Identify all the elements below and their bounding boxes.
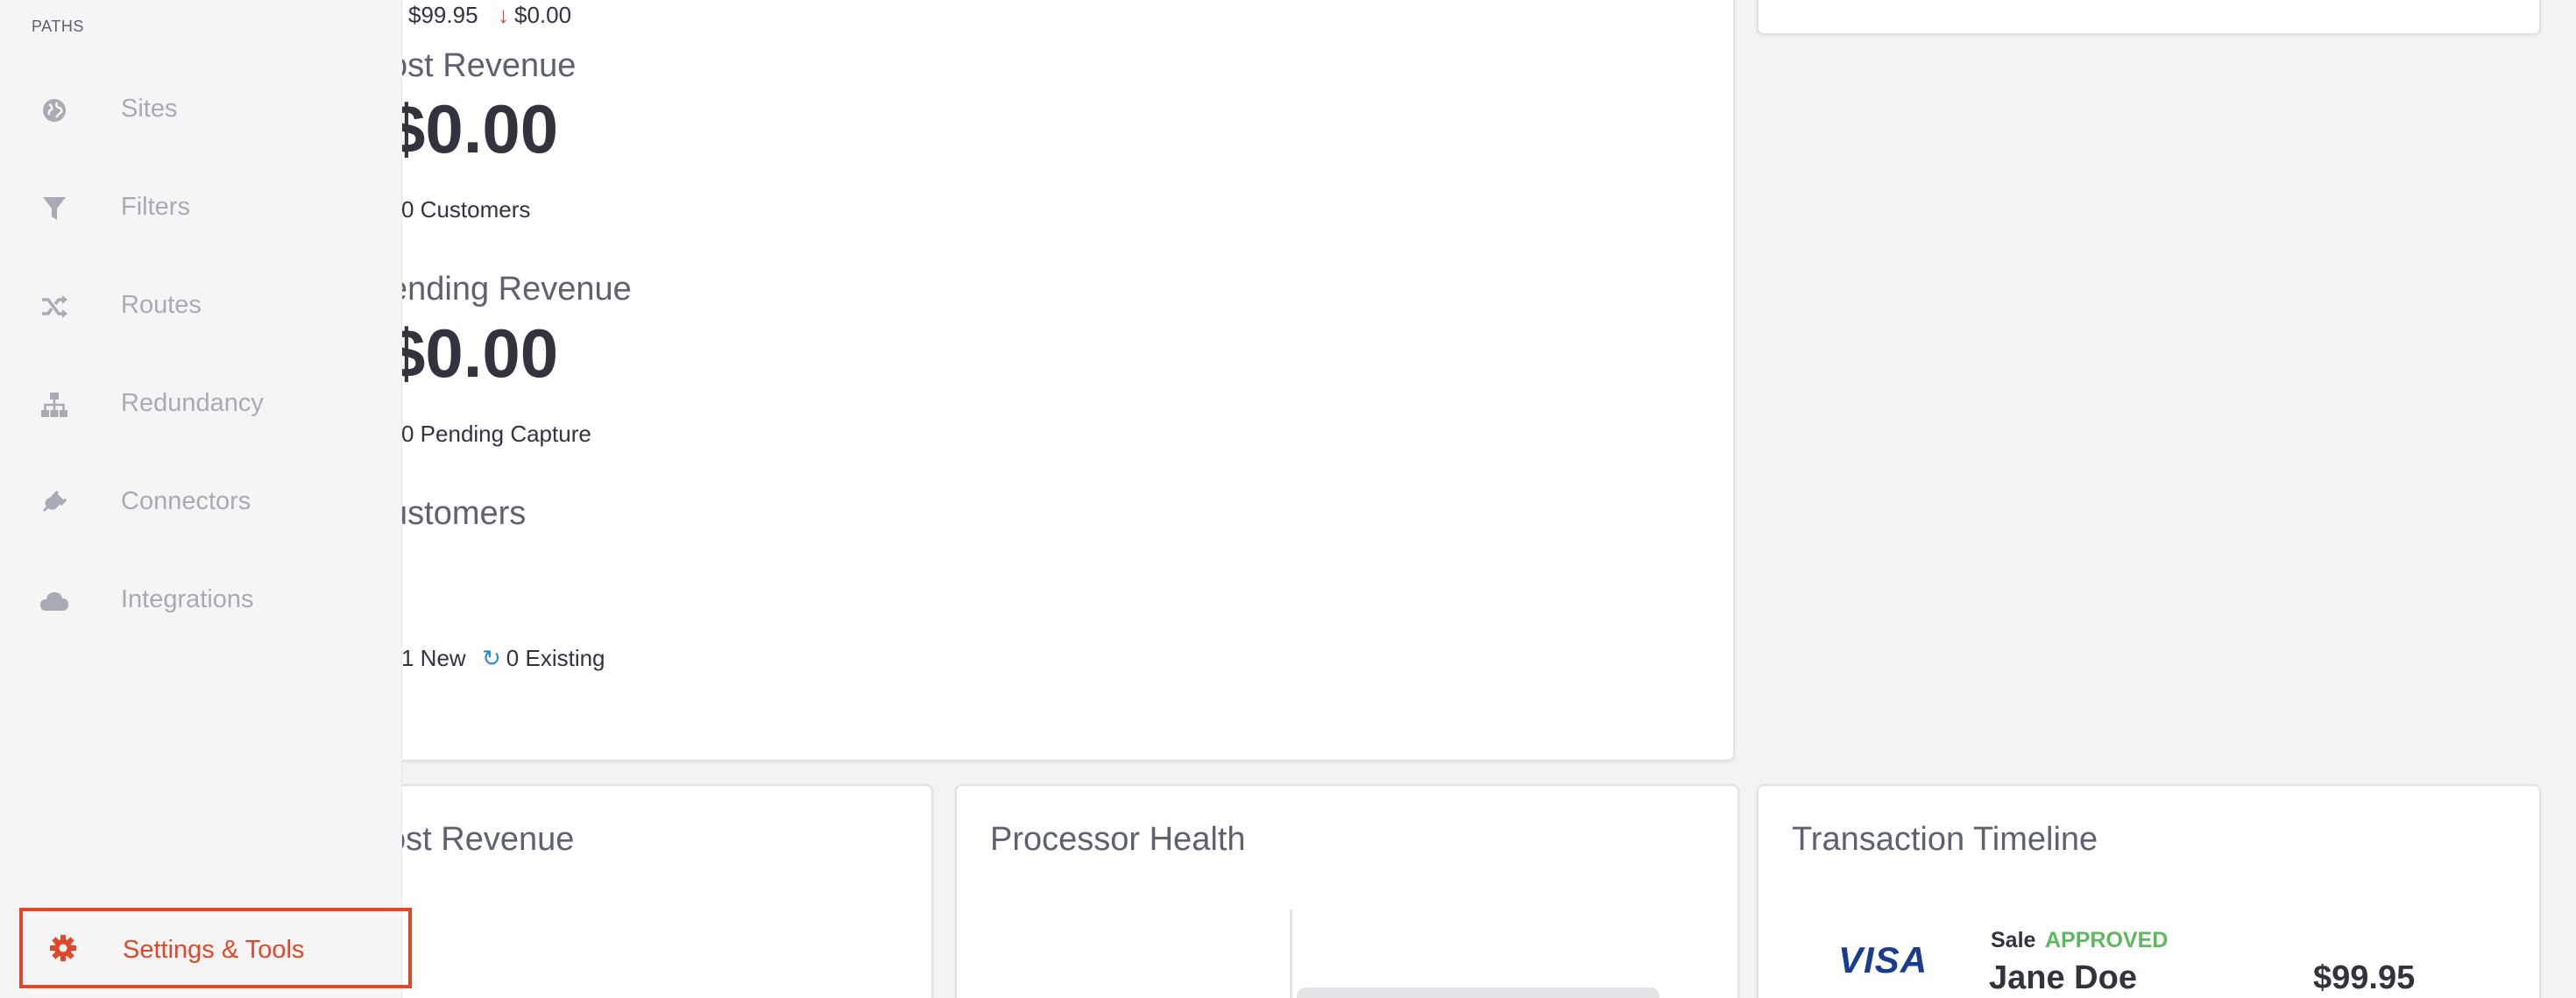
visa-logo: VISA	[1838, 939, 1928, 980]
shuffle-icon	[37, 289, 72, 324]
existing-customers-label: 0 Existing	[506, 645, 605, 671]
transaction-amount: $99.95	[2313, 959, 2416, 996]
pending-revenue-value: $0.00	[387, 315, 559, 392]
top-amount: $99.95	[408, 2, 478, 29]
top-change: ↓ $0.00	[498, 2, 571, 29]
processor-chart-bar	[1297, 987, 1660, 998]
lost-revenue-label: ost Revenue	[389, 47, 577, 84]
pending-revenue-label: ending Revenue	[389, 271, 632, 308]
sidebar-item-label: Connectors	[121, 487, 251, 515]
settings-tools-label: Settings & Tools	[123, 936, 305, 964]
existing-customers-count: ↻ 0 Existing	[482, 645, 605, 672]
transaction-status-badge: APPROVED	[2045, 928, 2169, 952]
sidebar-item-label: Integrations	[121, 585, 254, 613]
sidebar-item-connectors[interactable]: Connectors	[0, 471, 401, 533]
dashboard-page: $99.95 ↓ $0.00 ost Revenue $0.00 0 Custom…	[0, 0, 2576, 998]
processor-health-title: Processor Health	[990, 821, 1246, 858]
pending-capture-count: 0 Pending Capture	[401, 421, 591, 447]
sidebar-item-label: Redundancy	[121, 389, 264, 417]
top-change-value: $0.00	[514, 2, 572, 28]
sidebar-item-label: Sites	[121, 95, 178, 123]
top-amount-value: $99.95	[408, 2, 478, 28]
lost-revenue-card-title: ost Revenue	[387, 821, 575, 858]
cloud-icon	[37, 584, 72, 619]
globe-icon	[37, 93, 72, 128]
transaction-type: Sale	[1991, 928, 2036, 952]
new-customers-count: 1 New	[401, 645, 466, 671]
top-right-card	[1757, 0, 2541, 35]
filter-icon	[37, 191, 72, 226]
sidebar-heading: PATHS	[32, 18, 84, 35]
sidebar-item-sites[interactable]: Sites	[0, 79, 401, 140]
lost-customers-count: 0 Customers	[401, 196, 531, 223]
transaction-customer-name[interactable]: Jane Doe	[1989, 959, 2137, 997]
sidebar-item-settings-tools[interactable]: Settings & Tools	[19, 908, 412, 988]
sync-icon: ↻	[482, 645, 501, 671]
sidebar-item-label: Routes	[121, 291, 202, 319]
sidebar: PATHS Sites Filters Routes Redundancy Co…	[0, 0, 412, 998]
transaction-timeline-title: Transaction Timeline	[1792, 821, 2098, 858]
sidebar-item-redundancy[interactable]: Redundancy	[0, 373, 401, 435]
customers-label: ustomers	[389, 495, 527, 532]
sidebar-item-label: Filters	[121, 193, 190, 221]
sidebar-item-filters[interactable]: Filters	[0, 177, 401, 238]
gear-icon	[46, 931, 81, 966]
sidebar-item-routes[interactable]: Routes	[0, 275, 401, 336]
revenue-summary-card: $99.95 ↓ $0.00 ost Revenue $0.00 0 Custom…	[315, 0, 1735, 761]
lost-revenue-value: $0.00	[387, 90, 559, 167]
sitemap-icon	[37, 387, 72, 422]
arrow-down-icon: ↓	[498, 2, 509, 28]
plug-icon	[37, 485, 72, 520]
sidebar-item-integrations[interactable]: Integrations	[0, 570, 401, 631]
processor-health-card: Processor Health	[955, 784, 1739, 998]
processor-chart-axis	[1290, 910, 1292, 998]
